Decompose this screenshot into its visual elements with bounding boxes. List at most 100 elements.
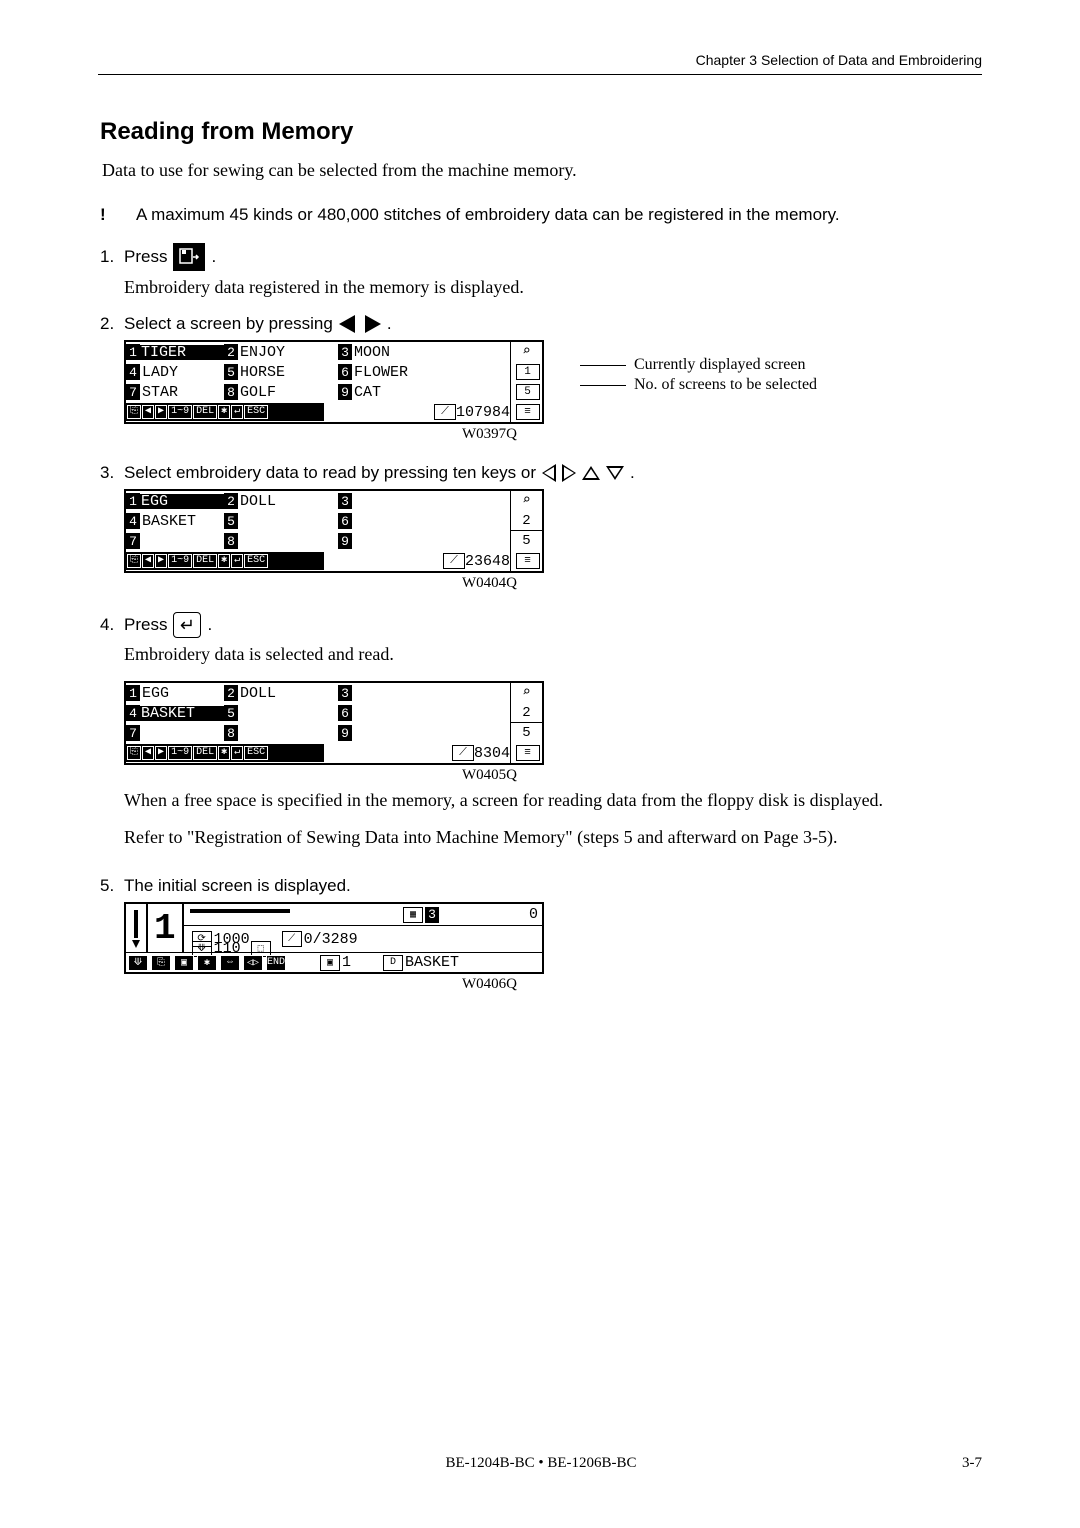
lcd-slot-num: 2: [224, 685, 238, 701]
lcd-item: BASKET: [140, 514, 224, 529]
total-screens-num: 5: [511, 531, 542, 551]
step-number: 2.: [100, 314, 124, 334]
lcd-toolbar: ⎘◀▶1~9DEL✱↵ESC: [126, 744, 324, 762]
list-icon: ≡: [511, 402, 542, 422]
lcd-item: MOON: [352, 345, 390, 360]
toolbar-key: ✱: [197, 955, 217, 971]
toolbar-key: DEL: [193, 554, 217, 568]
note-mark: !: [100, 205, 136, 225]
step-after: .: [207, 615, 212, 635]
page-content: Reading from Memory Data to use for sewi…: [100, 118, 982, 1013]
current-screen-num: 2: [511, 703, 542, 723]
annotation-total: No. of screens to be selected: [580, 376, 817, 394]
lcd-item: STAR: [140, 385, 224, 400]
toolbar-key: ⇔: [220, 955, 240, 971]
note-row: ! A maximum 45 kinds or 480,000 stitches…: [100, 205, 982, 225]
toolbar-key: ↵: [231, 554, 243, 568]
toolbar-key: ▶: [155, 746, 167, 760]
lcd-item: DOLL: [238, 686, 338, 701]
lcd-item: LADY: [140, 365, 224, 380]
lcd-slot-num: 1: [126, 344, 140, 360]
step-2: 2. Select a screen by pressing .: [100, 314, 982, 334]
page-footer: BE-1204B-BC • BE-1206B-BC 3-7: [100, 1455, 982, 1472]
step-label: Select embroidery data to read by pressi…: [124, 463, 536, 483]
lcd-item: GOLF: [238, 385, 338, 400]
current-screen-num: 2: [511, 511, 542, 531]
lcd-slot-num: 3: [338, 493, 352, 509]
annotation-current: Currently displayed screen: [580, 356, 806, 374]
step-number: 1.: [100, 247, 124, 267]
lcd-slot-num: 6: [338, 513, 352, 529]
lcd-right-panel: ⌕ 1 5 ≡: [510, 342, 542, 422]
toolbar-key: DEL: [193, 746, 217, 760]
footer-model: BE-1204B-BC • BE-1206B-BC: [445, 1455, 636, 1472]
toolbar-key: 1~9: [168, 405, 192, 419]
lcd-slot-num: 3: [338, 685, 352, 701]
lcd-item: EGG: [140, 494, 224, 509]
color-icon: ▦: [403, 907, 423, 923]
toolbar-key: ✱: [218, 405, 230, 419]
toolbar-key: 1~9: [168, 554, 192, 568]
screen-indicator-icon: ⌕: [511, 342, 542, 362]
lcd-slot-num: 7: [126, 384, 140, 400]
lcd-slot-num: 7: [126, 725, 140, 741]
right-arrow-icon: [365, 315, 381, 333]
lcd-screen-2: 1TIGER 2ENJOY 3MOON 4LADY 5HORSE 6FLOWER…: [124, 340, 544, 424]
toolbar-key: ESC: [244, 554, 268, 568]
figure-ref: W0406Q: [462, 976, 982, 993]
lcd-slot-num: 6: [338, 364, 352, 380]
lcd-slot-num: 9: [338, 384, 352, 400]
section-title: Reading from Memory: [100, 118, 982, 146]
lcd-slot-num: 9: [338, 533, 352, 549]
lcd-slot-num: 4: [126, 705, 140, 721]
list-icon: ≡: [511, 743, 542, 763]
stitch-icon: ⟋: [434, 404, 456, 420]
lcd-item: TIGER: [140, 345, 224, 360]
total-screens-num: 5: [511, 382, 542, 402]
toolbar-key: ESC: [244, 746, 268, 760]
step-label: Press: [124, 615, 167, 635]
toolbar-key: ⟱: [128, 955, 148, 971]
design-name: BASKET: [405, 954, 459, 971]
step-number: 3.: [100, 463, 124, 483]
up-arrow-outline-icon: [582, 466, 600, 480]
step-4-sub: Embroidery data is selected and read.: [124, 644, 982, 665]
toolbar-key: ◀: [142, 554, 154, 568]
step-number: 5.: [100, 876, 124, 896]
stitch-count-icon: ⟋: [282, 931, 302, 947]
left-arrow-outline-icon: [542, 464, 556, 482]
toolbar-key: ◁▷: [243, 955, 263, 971]
lcd-slot-num: 1: [126, 685, 140, 701]
current-screen-num: 1: [511, 362, 542, 382]
lcd-slot-num: 5: [224, 705, 238, 721]
toolbar-key: ◀: [142, 746, 154, 760]
intro-text: Data to use for sewing can be selected f…: [102, 160, 982, 181]
lcd-screen-4: 1EGG 2DOLL 3 4BASKET 5 6 7 8 9: [124, 681, 544, 765]
lcd-right-panel: ⌕ 2 5 ≡: [510, 683, 542, 763]
header-rule: [98, 74, 982, 75]
step-4-para1: When a free space is specified in the me…: [124, 790, 982, 811]
left-arrow-icon: [339, 315, 355, 333]
lcd-slot-num: 7: [126, 533, 140, 549]
step-4: 4. Press ↵ .: [100, 612, 982, 638]
step-3: 3. Select embroidery data to read by pre…: [100, 463, 982, 483]
screen-indicator-icon: ⌕: [511, 683, 542, 703]
lcd-slot-num: 2: [224, 493, 238, 509]
lcd-toolbar: ⟱ ⎘ ▣ ✱ ⇔ ◁▷ END: [126, 954, 288, 972]
step-1-sub: Embroidery data registered in the memory…: [124, 277, 982, 298]
toolbar-key: END: [266, 955, 286, 971]
step-text: Press ↵ .: [124, 612, 212, 638]
lcd-right-panel: ⌕ 2 5 ≡: [510, 491, 542, 571]
lcd-screen-3: 1EGG 2DOLL 3 4BASKET 5 6 7 8 9: [124, 489, 544, 573]
lcd-slot-num: 5: [224, 513, 238, 529]
list-icon: ≡: [511, 551, 542, 571]
name-icon: D: [383, 955, 403, 971]
lcd-slot-num: 8: [224, 533, 238, 549]
color-number: 3: [425, 907, 439, 923]
stitch-icon: ⟋: [452, 745, 474, 761]
lcd-item: BASKET: [140, 706, 224, 721]
lcd-slot-num: 4: [126, 513, 140, 529]
step-after: .: [211, 247, 216, 267]
toolbar-key: ⎘: [151, 955, 171, 971]
toolbar-key: ▶: [155, 405, 167, 419]
